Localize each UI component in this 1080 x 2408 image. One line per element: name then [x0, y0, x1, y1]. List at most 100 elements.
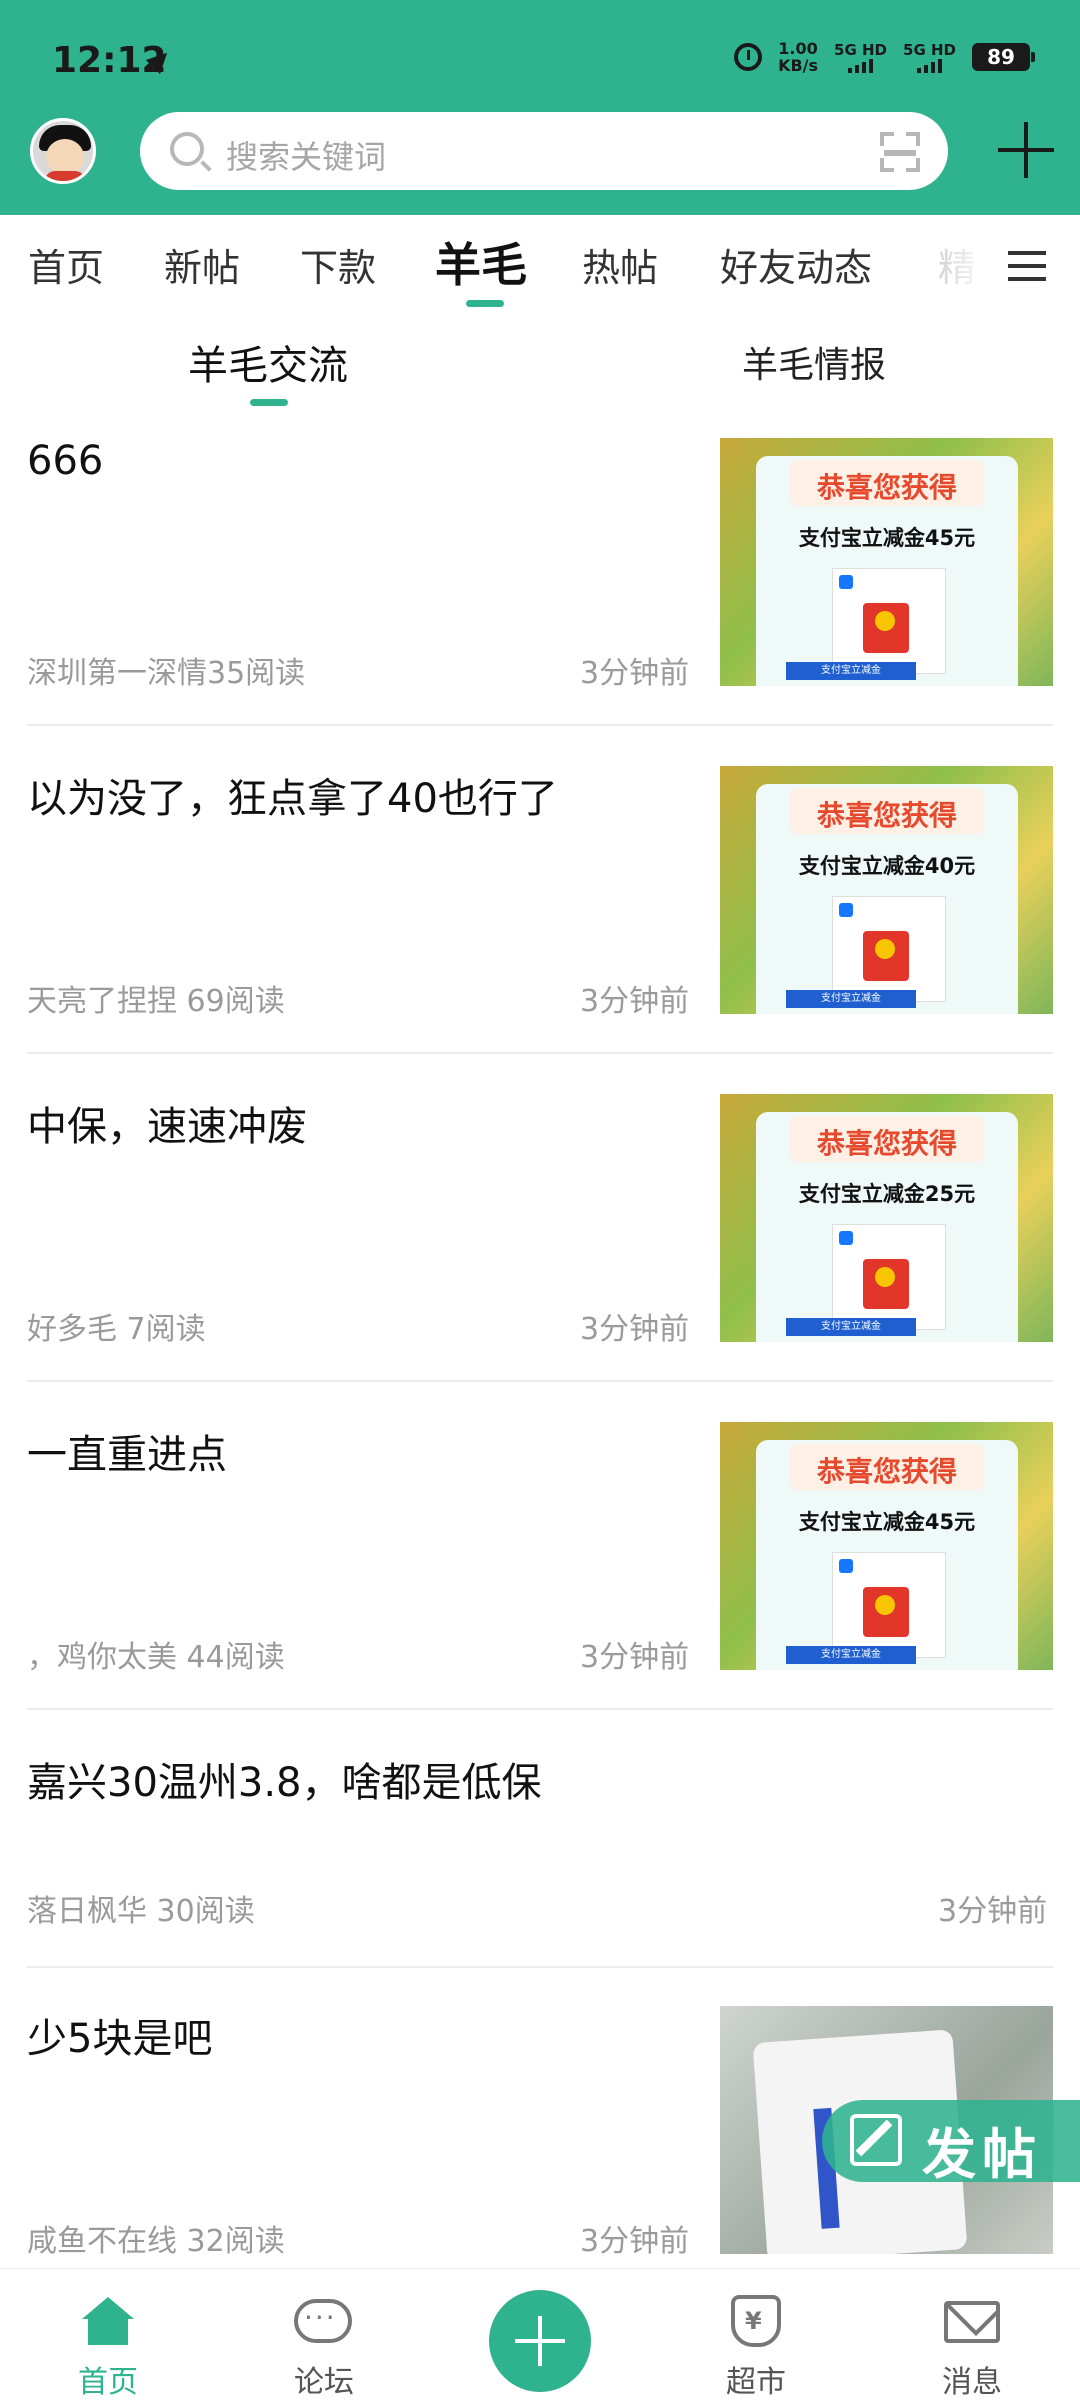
search-icon — [170, 132, 204, 166]
home-icon — [82, 2297, 134, 2345]
menu-icon[interactable] — [1008, 251, 1046, 281]
promo-button: 支付宝立减金 — [786, 662, 916, 680]
scan-icon[interactable] — [880, 132, 920, 172]
list-item[interactable]: 嘉兴30温州3.8，啥都是低保 落日枫华 30阅读 3分钟前 — [0, 1750, 1080, 1970]
signal-bars-icon — [903, 58, 956, 73]
chat-icon — [294, 2299, 352, 2343]
post-meta: 天亮了捏捏 69阅读 — [27, 984, 285, 1019]
red-envelope-image — [832, 568, 946, 674]
list-item[interactable]: 666 深圳第一深情35阅读 3分钟前 恭喜您获得 支付宝立减金45元 支付宝立… — [0, 438, 1080, 728]
red-envelope-image — [832, 896, 946, 1002]
edit-icon — [850, 2114, 902, 2166]
top-bar: 12:12 1.00 KB/s 5G HD 5G HD 89 搜索关键词 — [0, 0, 1080, 215]
post-meta: 好多毛 7阅读 — [27, 1312, 206, 1347]
nav-market[interactable]: 超市 — [676, 2269, 836, 2408]
nav-home[interactable]: 首页 — [28, 2269, 188, 2408]
mail-icon — [944, 2301, 1000, 2343]
tab-deals[interactable]: 羊毛 — [435, 229, 527, 295]
tab-loans[interactable]: 下款 — [300, 237, 376, 292]
alipay-logo-icon — [839, 1559, 853, 1573]
promo-button: 支付宝立减金 — [786, 1318, 916, 1336]
post-time: 3分钟前 — [580, 1312, 690, 1347]
avatar-shirt — [45, 171, 85, 181]
avatar-face — [46, 139, 84, 175]
list-item[interactable]: 中保，速速冲废 好多毛 7阅读 3分钟前 恭喜您获得 支付宝立减金25元 支付宝… — [0, 1094, 1080, 1384]
post-title[interactable]: 一直重进点 — [27, 1422, 227, 1480]
post-thumbnail[interactable]: 恭喜您获得 支付宝立减金45元 支付宝立减金 — [720, 438, 1053, 686]
coin-icon — [875, 611, 895, 631]
bag-icon — [731, 2295, 781, 2347]
promo-amount-text: 支付宝立减金45元 — [798, 1510, 976, 1534]
promo-card: 恭喜您获得 支付宝立减金45元 — [756, 1440, 1018, 1670]
post-meta: ，鸡你太美 44阅读 — [27, 1640, 285, 1675]
signal-sim2-label: 5G HD — [903, 40, 956, 59]
add-icon[interactable] — [998, 122, 1054, 178]
promo-congrats-text: 恭喜您获得 — [816, 1127, 957, 1160]
nav-messages[interactable]: 消息 — [892, 2269, 1052, 2408]
post-time: 3分钟前 — [580, 656, 690, 691]
list-item[interactable]: 一直重进点 ，鸡你太美 44阅读 3分钟前 恭喜您获得 支付宝立减金45元 支付… — [0, 1422, 1080, 1712]
subtab-deal-talk[interactable]: 羊毛交流 — [188, 333, 348, 391]
status-bar: 12:12 1.00 KB/s 5G HD 5G HD 89 — [0, 0, 1080, 120]
search-bar[interactable]: 搜索关键词 — [140, 112, 948, 190]
promo-button: 支付宝立减金 — [786, 990, 916, 1008]
signal-bars-icon — [834, 58, 887, 73]
post-title[interactable]: 666 — [27, 438, 103, 484]
post-time: 3分钟前 — [580, 1640, 690, 1675]
create-plus-button[interactable] — [489, 2290, 591, 2392]
promo-button: 支付宝立减金 — [786, 1646, 916, 1664]
coin-icon — [875, 939, 895, 959]
tabs-fade — [930, 225, 990, 295]
subtab-deal-news[interactable]: 羊毛情报 — [742, 336, 886, 388]
divider — [27, 1708, 1053, 1710]
battery-indicator: 89 — [972, 43, 1035, 71]
tab-new-posts[interactable]: 新帖 — [164, 237, 240, 292]
list-item[interactable]: 以为没了，狂点拿了40也行了 天亮了捏捏 69阅读 3分钟前 恭喜您获得 支付宝… — [0, 766, 1080, 1056]
post-meta: 落日枫华 30阅读 — [27, 1894, 255, 1929]
divider — [27, 1052, 1053, 1054]
avatar[interactable] — [30, 118, 96, 184]
promo-congrats-text: 恭喜您获得 — [816, 471, 957, 504]
net-speed-value: 1.00 — [778, 39, 818, 58]
post-title[interactable]: 以为没了，狂点拿了40也行了 — [27, 766, 558, 824]
tab-hot-posts[interactable]: 热帖 — [582, 237, 658, 292]
nav-forum[interactable]: 论坛 — [244, 2269, 404, 2408]
tab-active-indicator — [466, 300, 504, 307]
red-envelope-image — [832, 1224, 946, 1330]
post-button[interactable]: 发帖 — [822, 2100, 1080, 2186]
tab-home[interactable]: 首页 — [28, 237, 104, 292]
alipay-logo-icon — [839, 903, 853, 917]
post-meta: 咸鱼不在线 32阅读 — [27, 2224, 285, 2259]
promo-amount-text: 支付宝立减金40元 — [798, 854, 976, 878]
subtab-active-indicator — [250, 399, 288, 406]
divider — [27, 1380, 1053, 1382]
main-tabs: 首页 新帖 下款 羊毛 热帖 好友动态 精 — [0, 215, 1080, 315]
post-thumbnail[interactable]: 恭喜您获得 支付宝立减金40元 支付宝立减金 — [720, 766, 1053, 1014]
tab-friend-activity[interactable]: 好友动态 — [720, 237, 872, 292]
signal-sim1: 5G HD — [834, 40, 888, 73]
post-thumbnail[interactable]: 恭喜您获得 支付宝立减金45元 支付宝立减金 — [720, 1422, 1053, 1670]
post-time: 3分钟前 — [580, 984, 690, 1019]
divider — [27, 1966, 1053, 1968]
nav-home-label: 首页 — [78, 2365, 138, 2400]
promo-card: 恭喜您获得 支付宝立减金25元 — [756, 1112, 1018, 1342]
alipay-logo-icon — [839, 575, 853, 589]
promo-card: 恭喜您获得 支付宝立减金40元 — [756, 784, 1018, 1014]
divider — [27, 724, 1053, 726]
promo-congrats-text: 恭喜您获得 — [816, 1455, 957, 1488]
post-title[interactable]: 嘉兴30温州3.8，啥都是低保 — [27, 1750, 542, 1808]
status-indicators: 1.00 KB/s 5G HD 5G HD 89 — [734, 39, 1035, 74]
post-time: 3分钟前 — [938, 1894, 1048, 1929]
search-input[interactable]: 搜索关键词 — [226, 132, 386, 178]
post-title[interactable]: 少5块是吧 — [27, 2006, 212, 2064]
red-envelope-image — [832, 1552, 946, 1658]
post-title[interactable]: 中保，速速冲废 — [27, 1094, 307, 1152]
promo-card: 恭喜您获得 支付宝立减金45元 — [756, 456, 1018, 686]
post-thumbnail[interactable]: 恭喜您获得 支付宝立减金25元 支付宝立减金 — [720, 1094, 1053, 1342]
alarm-icon — [734, 43, 763, 71]
signal-sim1-label: 5G HD — [834, 40, 888, 59]
promo-amount-text: 支付宝立减金45元 — [798, 526, 976, 550]
promo-congrats-text: 恭喜您获得 — [816, 799, 957, 832]
nav-forum-label: 论坛 — [294, 2365, 354, 2400]
coin-icon — [875, 1595, 895, 1615]
